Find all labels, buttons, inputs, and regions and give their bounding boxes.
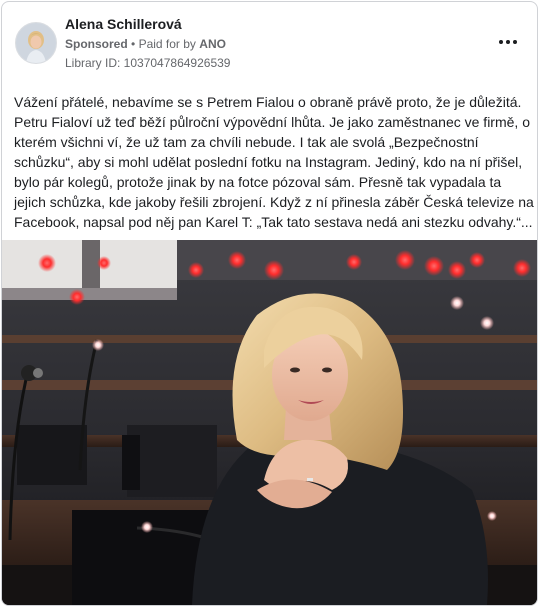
separator-dot: • — [131, 37, 136, 51]
post-image[interactable] — [2, 240, 537, 605]
library-id: Library ID: 1037047864926539 — [65, 56, 231, 70]
avatar[interactable] — [15, 22, 57, 64]
post-body-text: Vážení přátelé, nebavíme se s Petrem Fia… — [14, 94, 534, 230]
more-options-button[interactable] — [496, 32, 520, 52]
ad-card: Alena Schillerová Sponsored • Paid for b… — [1, 1, 538, 606]
post-header: Alena Schillerová Sponsored • Paid for b… — [2, 2, 537, 82]
sponsored-line: Sponsored • Paid for by ANO — [65, 37, 226, 51]
post-photo — [2, 240, 537, 605]
page-name[interactable]: Alena Schillerová — [65, 16, 182, 32]
avatar-image — [16, 23, 56, 63]
paid-for-name: ANO — [199, 37, 226, 51]
paid-for-prefix: Paid for by — [138, 37, 196, 51]
sponsored-label: Sponsored — [65, 37, 128, 51]
